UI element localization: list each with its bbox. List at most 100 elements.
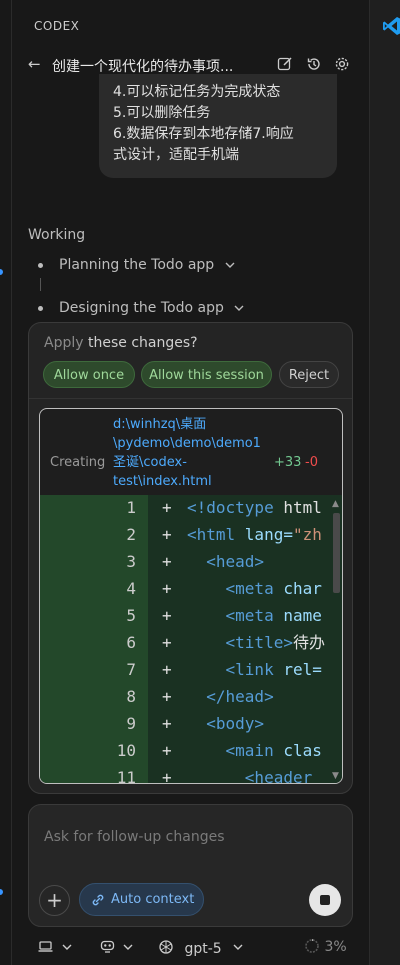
code-line: 10 + <main clas	[40, 737, 330, 764]
scrollbar-thumb[interactable]	[333, 513, 340, 593]
added-sign: +	[162, 525, 172, 544]
added-sign: +	[162, 741, 172, 760]
gear-icon[interactable]	[334, 56, 352, 74]
added-sign: +	[162, 498, 172, 517]
path-segment: test\index.html	[113, 474, 212, 489]
history-icon[interactable]	[306, 56, 324, 74]
code-scrollbar[interactable]: ▲ ▼	[332, 499, 341, 781]
code-view[interactable]: 1 + <!doctype html 2 + <html lang="zh 3 + <head…	[40, 494, 342, 784]
add-attachment-button[interactable]: +	[39, 885, 70, 916]
line-number: 6	[126, 633, 136, 652]
code-tag: <link	[225, 660, 284, 679]
status-label: Working	[28, 227, 86, 243]
code-text: <link rel=	[187, 656, 322, 683]
auto-context-button[interactable]: Auto context	[79, 883, 204, 916]
status-footer: gpt-5 3%	[38, 938, 348, 962]
usage-label: 3%	[324, 939, 347, 955]
added-sign: +	[162, 579, 172, 598]
auto-context-label: Auto context	[111, 892, 195, 907]
vscode-logo-icon[interactable]	[383, 16, 400, 40]
agent-selector[interactable]	[100, 938, 134, 960]
chevron-down-icon	[233, 944, 243, 950]
line-number: 3	[126, 552, 136, 571]
scroll-up-icon[interactable]: ▲	[332, 499, 339, 509]
user-message-bubble: 4.可以标记任务为完成状态 5.可以删除任务 6.数据保存到本地存储7.响应 式…	[99, 74, 337, 178]
code-tag: <main	[225, 741, 284, 760]
progress-ring-icon	[305, 939, 319, 953]
robot-icon	[100, 940, 133, 953]
code-rest: 待办	[292, 633, 325, 652]
code-tag: <header	[244, 768, 313, 784]
question-prefix: Apply	[44, 335, 88, 351]
step-item[interactable]: Designing the Todo app	[38, 300, 244, 316]
openai-icon	[159, 940, 173, 954]
chevron-down-icon[interactable]	[234, 300, 244, 316]
reject-button[interactable]: Reject	[279, 361, 339, 388]
allow-session-button[interactable]: Allow this session	[141, 361, 272, 388]
editor-left-edge	[0, 0, 12, 965]
step-connector	[40, 278, 41, 291]
added-sign: +	[162, 714, 172, 733]
line-number: 5	[126, 606, 136, 625]
code-tag: <title>	[225, 633, 293, 652]
added-sign: +	[162, 633, 172, 652]
line-number: 11	[116, 768, 136, 784]
diff-preview[interactable]: Creating d:\winhzq\桌面 \pydemo\demo\demo1…	[39, 408, 343, 784]
mode-selector[interactable]	[38, 938, 72, 960]
code-tag: <head>	[206, 552, 265, 571]
model-label: gpt-5	[184, 941, 222, 957]
code-line: 8 + </head>	[40, 683, 330, 710]
edit-icon[interactable]	[277, 56, 295, 74]
allow-once-button[interactable]: Allow once	[43, 361, 135, 388]
diff-action: Creating	[50, 455, 106, 470]
panel-title: CODEX	[34, 19, 80, 33]
chevron-down-icon[interactable]	[225, 257, 235, 273]
message-line: 式设计，适配手机端	[113, 147, 239, 163]
composer-input[interactable]: Ask for follow-up changes	[44, 829, 225, 845]
line-number: 10	[116, 741, 136, 760]
model-selector[interactable]: gpt-5	[158, 938, 246, 960]
code-tag: <body>	[206, 714, 265, 733]
gutter-marker	[0, 269, 3, 275]
file-path-link[interactable]: d:\winhzq\桌面 \pydemo\demo\demo1 圣诞\codex…	[113, 415, 278, 491]
code-attr: char	[283, 579, 322, 598]
path-segment: 圣诞\codex-	[113, 455, 187, 470]
conversation-title: 创建一个现代化的待办事项...	[52, 59, 234, 75]
path-segment: d:\winhzq\桌面	[113, 417, 207, 432]
code-text: <header	[187, 764, 313, 784]
code-line: 9 + <body>	[40, 710, 330, 737]
step-item[interactable]: Planning the Todo app	[38, 257, 235, 273]
line-number: 9	[126, 714, 136, 733]
message-line: 6.数据保存到本地存储7.响应	[113, 126, 294, 142]
arrow-left-icon[interactable]: ←	[28, 55, 41, 73]
line-number: 8	[126, 687, 136, 706]
code-line: 5 + <meta name	[40, 602, 330, 629]
added-sign: +	[162, 552, 172, 571]
code-text: </head>	[187, 683, 273, 710]
scroll-down-icon[interactable]: ▼	[332, 771, 339, 781]
code-line: 1 + <!doctype html	[40, 494, 330, 521]
line-number: 2	[126, 525, 136, 544]
added-sign: +	[162, 687, 172, 706]
laptop-icon	[38, 941, 72, 952]
code-text: <title>待办	[187, 629, 325, 656]
code-attr: name	[283, 606, 322, 625]
code-attr: clas	[283, 741, 322, 760]
question-text: these changes?	[87, 335, 198, 351]
plus-icon: +	[46, 888, 63, 912]
code-line: 4 + <meta char	[40, 575, 330, 602]
bullet-icon	[38, 305, 43, 311]
line-number: 1	[126, 498, 136, 517]
code-text: <html lang="zh	[187, 521, 322, 548]
added-sign: +	[162, 660, 172, 679]
code-line: 7 + <link rel=	[40, 656, 330, 683]
step-label: Planning the Todo app	[59, 257, 215, 273]
code-tag: <!doctype	[187, 498, 284, 517]
stop-button[interactable]	[309, 884, 341, 916]
code-rest: html	[283, 498, 322, 517]
